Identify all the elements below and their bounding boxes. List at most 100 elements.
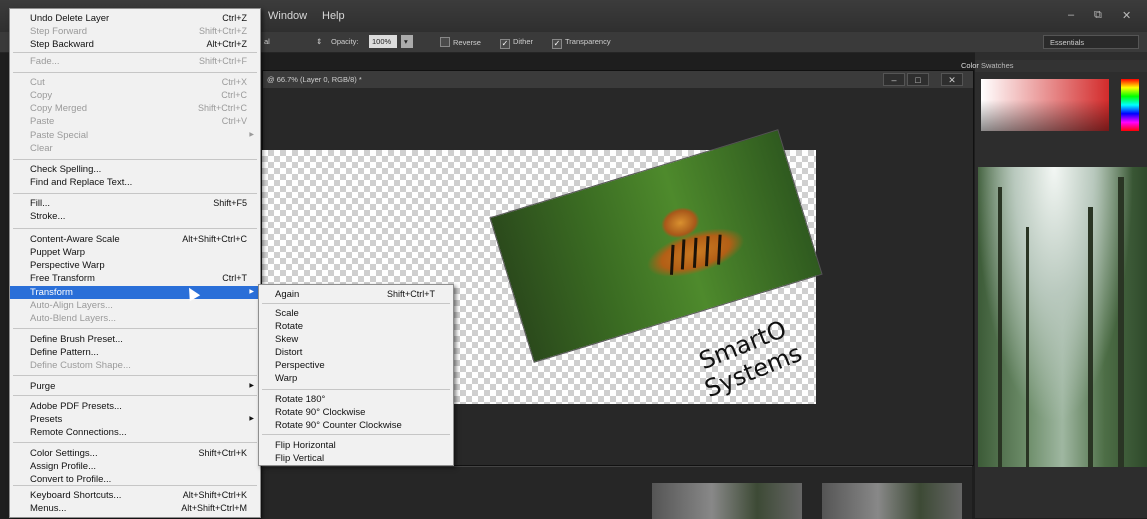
menu-item-label: Find and Replace Text... bbox=[30, 177, 133, 188]
doc-restore-icon[interactable]: □ bbox=[907, 73, 929, 86]
menu-item-define-pattern[interactable]: Define Pattern... bbox=[10, 346, 260, 359]
menu-separator bbox=[13, 193, 257, 194]
minimize-icon[interactable]: – bbox=[1068, 9, 1074, 21]
menu-item-label: Fade... bbox=[30, 56, 60, 67]
menu-item-shortcut: Shift+Ctrl+Z bbox=[198, 26, 247, 36]
submenu-item-flip-vertical[interactable]: Flip Vertical bbox=[259, 452, 453, 465]
menu-item-clear[interactable]: Clear bbox=[10, 142, 260, 155]
reverse-checkbox[interactable]: Reverse bbox=[440, 37, 481, 47]
reverse-label: Reverse bbox=[453, 38, 481, 47]
menu-item-copy-merged[interactable]: Copy Merged Shift+Ctrl+C bbox=[10, 102, 260, 115]
menu-item-paste-special[interactable]: Paste Special ▶ bbox=[10, 129, 260, 142]
submenu-item-rotate[interactable]: Rotate bbox=[259, 320, 453, 333]
menu-separator bbox=[13, 52, 257, 53]
menu-item-label: Fill... bbox=[30, 198, 51, 209]
checkbox-icon bbox=[440, 37, 450, 47]
submenu-item-distort[interactable]: Distort bbox=[259, 346, 453, 359]
workspace-switcher[interactable]: Essentials bbox=[1043, 35, 1139, 49]
menu-item-content-aware-scale[interactable]: Content-Aware Scale Alt+Shift+Ctrl+C bbox=[10, 233, 260, 246]
menu-item-keyboard-shortcuts[interactable]: Keyboard Shortcuts... Alt+Shift+Ctrl+K bbox=[10, 489, 260, 502]
submenu-item-label: Again bbox=[275, 289, 300, 300]
menu-window[interactable]: Window bbox=[268, 10, 307, 22]
menu-item-check-spelling[interactable]: Check Spelling... bbox=[10, 163, 260, 176]
submenu-item-warp[interactable]: Warp bbox=[259, 372, 453, 385]
menu-item-undo-delete-layer[interactable]: Undo Delete Layer Ctrl+Z bbox=[10, 12, 260, 25]
menu-item-purge[interactable]: Purge ▶ bbox=[10, 380, 260, 393]
menu-item-color-settings[interactable]: Color Settings... Shift+Ctrl+K bbox=[10, 447, 260, 460]
menu-item-free-transform[interactable]: Free Transform Ctrl+T bbox=[10, 272, 260, 285]
dither-checkbox[interactable]: ✓ Dither bbox=[500, 37, 533, 49]
menu-item-step-forward[interactable]: Step Forward Shift+Ctrl+Z bbox=[10, 25, 260, 38]
blend-mode-select[interactable]: al bbox=[264, 37, 270, 46]
transparency-label: Transparency bbox=[565, 37, 611, 46]
opacity-input[interactable]: 100% bbox=[369, 35, 397, 48]
menu-item-label: Paste Special bbox=[30, 130, 89, 141]
document-tab[interactable]: @ 66.7% (Layer 0, RGB/8) * bbox=[263, 71, 973, 88]
menu-item-copy[interactable]: Copy Ctrl+C bbox=[10, 89, 260, 102]
close-icon[interactable]: ✕ bbox=[1122, 9, 1131, 22]
submenu-item-scale[interactable]: Scale bbox=[259, 307, 453, 320]
menu-item-fade[interactable]: Fade... Shift+Ctrl+F bbox=[10, 55, 260, 68]
menu-item-define-custom-shape[interactable]: Define Custom Shape... bbox=[10, 359, 260, 372]
menu-item-auto-align-layers[interactable]: Auto-Align Layers... bbox=[10, 299, 260, 312]
menu-item-stroke[interactable]: Stroke... bbox=[10, 210, 260, 223]
transparency-checkbox[interactable]: ✓ Transparency bbox=[552, 37, 611, 49]
tiger-stripe bbox=[669, 244, 675, 275]
submenu-item-skew[interactable]: Skew bbox=[259, 333, 453, 346]
menu-separator bbox=[13, 159, 257, 160]
menu-item-auto-blend-layers[interactable]: Auto-Blend Layers... bbox=[10, 312, 260, 325]
menu-item-puppet-warp[interactable]: Puppet Warp bbox=[10, 246, 260, 259]
tab-color[interactable]: Color bbox=[961, 61, 979, 70]
menu-item-label: Paste bbox=[30, 116, 55, 127]
thumbnail-image bbox=[822, 483, 962, 519]
menu-item-paste[interactable]: Paste Ctrl+V bbox=[10, 115, 260, 128]
menu-item-presets[interactable]: Presets ▶ bbox=[10, 413, 260, 426]
tab-swatches[interactable]: Swatches bbox=[981, 61, 1014, 70]
bottom-panel bbox=[262, 466, 972, 519]
menu-item-label: Auto-Blend Layers... bbox=[30, 313, 117, 324]
restore-icon[interactable]: ⧉ bbox=[1094, 9, 1102, 22]
doc-minimize-icon[interactable]: – bbox=[883, 73, 905, 86]
color-field-shade bbox=[981, 79, 1109, 131]
submenu-item-again[interactable]: Again Shift+Ctrl+T bbox=[259, 288, 453, 301]
submenu-item-rotate-90-counter-clockwise[interactable]: Rotate 90° Counter Clockwise bbox=[259, 419, 453, 432]
menu-item-label: Purge bbox=[30, 381, 56, 392]
menu-item-label: Assign Profile... bbox=[30, 461, 96, 472]
menu-item-fill[interactable]: Fill... Shift+F5 bbox=[10, 197, 260, 210]
menu-item-label: Step Forward bbox=[30, 26, 88, 37]
menu-item-shortcut: Alt+Shift+Ctrl+C bbox=[182, 234, 247, 244]
submenu-item-flip-horizontal[interactable]: Flip Horizontal bbox=[259, 439, 453, 452]
menu-item-shortcut: Alt+Ctrl+Z bbox=[206, 39, 247, 49]
menu-item-convert-to-profile[interactable]: Convert to Profile... bbox=[10, 473, 260, 486]
menu-item-label: Transform bbox=[30, 287, 73, 298]
menu-item-menus[interactable]: Menus... Alt+Shift+Ctrl+M bbox=[10, 502, 260, 515]
menu-item-define-brush-preset[interactable]: Define Brush Preset... bbox=[10, 333, 260, 346]
menu-help[interactable]: Help bbox=[322, 10, 345, 22]
opacity-dropdown-button[interactable]: ▾ bbox=[401, 35, 413, 48]
menu-item-shortcut: Shift+Ctrl+C bbox=[197, 103, 247, 113]
submenu-item-rotate-90-clockwise[interactable]: Rotate 90° Clockwise bbox=[259, 406, 453, 419]
submenu-item-label: Rotate bbox=[275, 321, 303, 332]
submenu-item-perspective[interactable]: Perspective bbox=[259, 359, 453, 372]
submenu-item-label: Rotate 90° Counter Clockwise bbox=[275, 420, 402, 431]
submenu-item-label: Scale bbox=[275, 308, 299, 319]
submenu-item-label: Distort bbox=[275, 347, 303, 358]
chevron-down-icon: ⇕ bbox=[316, 37, 323, 46]
menu-separator bbox=[262, 303, 450, 304]
doc-close-icon[interactable]: ✕ bbox=[941, 73, 963, 86]
edit-menu: Undo Delete Layer Ctrl+Z Step Forward Shift… bbox=[9, 8, 261, 518]
menu-item-perspective-warp[interactable]: Perspective Warp bbox=[10, 259, 260, 272]
menu-item-adobe-pdf-presets[interactable]: Adobe PDF Presets... bbox=[10, 400, 260, 413]
hue-slider[interactable] bbox=[1121, 79, 1139, 131]
transform-submenu: Again Shift+Ctrl+T Scale Rotate Skew Distort P… bbox=[258, 284, 454, 466]
menu-item-label: Undo Delete Layer bbox=[30, 13, 110, 24]
menu-separator bbox=[13, 375, 257, 376]
menu-item-shortcut: Ctrl+Z bbox=[222, 13, 247, 23]
menu-item-remote-connections[interactable]: Remote Connections... bbox=[10, 426, 260, 439]
menu-item-assign-profile[interactable]: Assign Profile... bbox=[10, 460, 260, 473]
menu-item-find-and-replace-text[interactable]: Find and Replace Text... bbox=[10, 176, 260, 189]
menu-item-cut[interactable]: Cut Ctrl+X bbox=[10, 76, 260, 89]
submenu-item-rotate-180[interactable]: Rotate 180° bbox=[259, 393, 453, 406]
menu-item-step-backward[interactable]: Step Backward Alt+Ctrl+Z bbox=[10, 38, 260, 51]
menu-item-transform[interactable]: Transform ▶ bbox=[10, 286, 260, 299]
